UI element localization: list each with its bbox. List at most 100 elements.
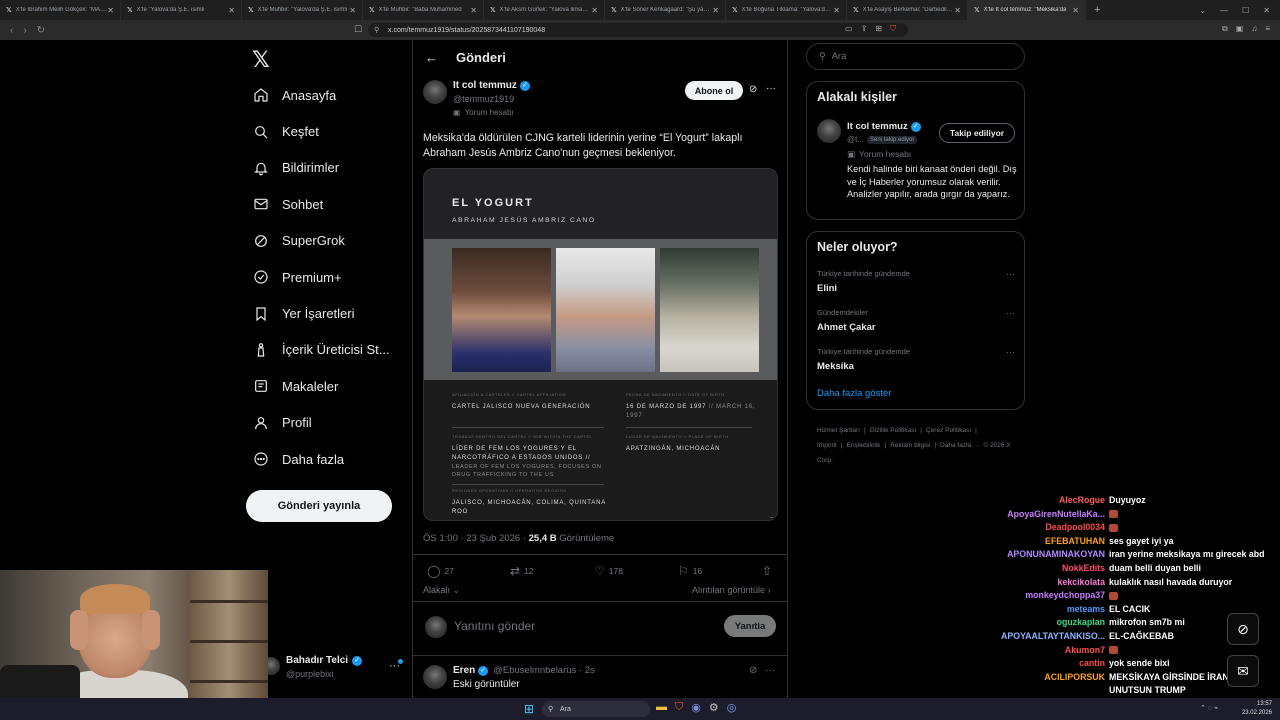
extension-icon[interactable]: ⊞ [875,24,882,34]
grok-icon[interactable]: ⊘ [749,665,757,676]
cast-icon[interactable]: ▭ [845,24,853,34]
more-options-icon[interactable]: ··· [766,83,776,94]
more-options-icon[interactable]: ··· [1006,347,1015,357]
close-tab-icon[interactable]: ✕ [591,6,598,15]
chat-username[interactable]: ACILIPORSUK [1044,672,1105,682]
brave-browser-icon[interactable]: ⛉ [675,701,683,714]
repost-action[interactable]: ⇄ 12 [510,564,534,578]
url-field[interactable]: ⚲ x.com/temmuz1919/status/20258734411071… [368,23,908,37]
following-button[interactable]: Takip ediliyor [939,123,1015,143]
site-info-icon[interactable]: ⚲ [374,26,379,34]
chat-username[interactable]: cantin [1079,658,1105,668]
nav-item-bell[interactable]: Bildirimler [252,150,390,186]
footer-link[interactable]: Imprint [817,442,837,449]
trend-item[interactable]: Türkiye tarihinde gündemde Elini ··· [817,269,1015,294]
reply-input[interactable]: Yanıtını gönder [454,619,535,633]
chat-username[interactable]: kekcikolata [1058,577,1105,587]
post-button[interactable]: Gönderi yayınla [246,490,392,522]
more-options-icon[interactable]: ··· [765,665,775,676]
chat-username[interactable]: Deadpool0034 [1045,522,1105,532]
windows-start-icon[interactable]: ⊞ [524,702,534,716]
close-tab-icon[interactable]: ✕ [349,6,356,15]
tab-search-icon[interactable]: ⌄ [1199,6,1206,15]
steam-icon[interactable]: ⚙ [709,701,719,714]
close-tab-icon[interactable]: ✕ [470,6,477,15]
nav-item-bookmark[interactable]: Yer İşaretleri [252,295,390,331]
browser-tab[interactable]: 𝕏 X'te Aksm Gürlek: "Yalova ilinsin Esen ✕ [484,0,605,20]
nav-item-creator-studio[interactable]: İçerik Üreticisi St... [252,332,390,368]
chat-username[interactable]: APOYAALTAYTANKISO... [1001,631,1105,641]
menu-icon[interactable]: ≡ [1265,24,1270,34]
browser-tab[interactable]: 𝕏 X'te Asayiş Berkemal: "Darbedilen ba ✕ [847,0,968,20]
grok-icon[interactable]: ⊘ [749,84,757,95]
search-input[interactable] [831,51,1002,62]
chat-username[interactable]: oguzkaplan [1057,617,1105,627]
close-tab-icon[interactable]: ✕ [107,6,114,15]
maximize-icon[interactable]: ☐ [1242,6,1249,15]
wallet-icon[interactable]: ▣ [1236,24,1244,34]
chat-username[interactable]: APONUNAMINAKOYAN [1007,549,1105,559]
taskbar-clock[interactable]: 13:57 23.02.2026 [1242,700,1272,718]
view-quotes-link[interactable]: Alıntıları görüntüle › [692,585,771,595]
footer-link[interactable]: Çerez Politikası [926,427,971,434]
nav-item-premium[interactable]: Premium+ [252,259,390,295]
nav-item-search[interactable]: Keşfet [252,113,390,149]
close-tab-icon[interactable]: ✕ [1072,6,1079,15]
puzzle-icon[interactable]: ⧉ [1222,24,1228,34]
nav-item-profile[interactable]: Profil [252,405,390,441]
nav-item-articles[interactable]: Makaleler [252,368,390,404]
bookmark-action[interactable]: ⚐ 16 [678,564,702,578]
close-window-icon[interactable]: ✕ [1263,6,1270,15]
share-icon[interactable]: ⇪ [861,24,868,34]
forward-nav-icon[interactable]: › [23,25,26,36]
chat-username[interactable]: meteams [1067,604,1105,614]
browser-tab[interactable]: 𝕏 X'te Muhbir: "Baba Muhammed ✕ [363,0,484,20]
relevance-dropdown[interactable]: Alakalı ⌄ [423,585,460,596]
x-logo[interactable]: 𝕏 [252,47,270,73]
author-avatar[interactable] [423,80,447,104]
reply-author[interactable]: Eren ✓ @Ebuselmnbelarus · 2s [453,665,595,676]
back-nav-icon[interactable]: ‹ [10,25,13,36]
close-tab-icon[interactable]: ✕ [833,6,840,15]
subscribe-button[interactable]: Abone ol [685,81,743,100]
nav-item-grok[interactable]: SuperGrok [252,223,390,259]
browser-tab[interactable]: 𝕏 X'te Muhbir: "Yalova'da Ş.E. isimli ✕ [242,0,363,20]
nav-item-mail[interactable]: Sohbet [252,186,390,222]
discord-icon[interactable]: ◉ [691,701,701,714]
more-options-icon[interactable]: ··· [1006,308,1015,318]
relevant-person-avatar[interactable] [817,119,841,143]
close-tab-icon[interactable]: ✕ [228,6,235,15]
chat-username[interactable]: AlecRogue [1059,495,1105,505]
bookmark-page-icon[interactable]: ☐ [354,24,362,35]
chat-username[interactable]: EFEBATUHAN [1045,536,1105,546]
account-switcher[interactable]: Bahadır Telci ✓ @purplebixi [286,655,363,679]
back-arrow-icon[interactable]: ← [425,50,438,65]
like-action[interactable]: ♡ 178 [594,564,623,578]
minimize-icon[interactable]: — [1220,6,1228,15]
obs-icon[interactable]: ◎ [727,701,737,714]
new-tab-icon[interactable]: + [1094,4,1100,16]
reload-icon[interactable]: ↻ [37,25,45,36]
file-explorer-icon[interactable]: ▬ [656,701,667,714]
tweet-media-image[interactable]: EL YOGURT ABRAHAM JESÚS AMBRIZ CANO AFIL… [423,168,778,521]
footer-link[interactable]: Gizlilik Politikası [870,427,917,434]
chat-username[interactable]: ApoyaGirenNutellaKa... [1007,509,1105,519]
author-handle[interactable]: @temmuz1919 [453,94,530,104]
system-tray[interactable]: ⌃ ◌ ⌁ [1200,704,1218,712]
more-options-icon[interactable]: ··· [1006,269,1015,279]
nav-item-more-circle[interactable]: Daha fazla [252,441,390,477]
trend-item[interactable]: Gündemdekiler Ahmet Çakar ··· [817,308,1015,333]
reply-button[interactable]: Yanıtla [724,615,776,637]
browser-tab[interactable]: 𝕏 X'te Soner Kenkagaard: "Şu yazışma ✕ [605,0,726,20]
author-name[interactable]: It col temmuz ✓ [453,80,530,91]
footer-link[interactable]: Reklam bilgisi [890,442,930,449]
reply-action[interactable]: ◯ 27 [427,564,454,578]
chat-username[interactable]: Akumon7 [1065,645,1105,655]
taskbar-search[interactable]: ⚲ Ara [542,701,650,717]
browser-tab[interactable]: 𝕏 X'te Boğuna Tıklama: "Yalova'da gönü ✕ [726,0,847,20]
trend-item[interactable]: Türkiye tarihinde gündemde Meksika ··· [817,347,1015,372]
share-action[interactable]: ⇧ [762,564,772,578]
footer-link[interactable]: Daha fazla ··· [940,442,979,449]
chat-username[interactable]: monkeydchoppa37 [1025,590,1105,600]
chat-username[interactable]: NokkEdits [1062,563,1105,573]
